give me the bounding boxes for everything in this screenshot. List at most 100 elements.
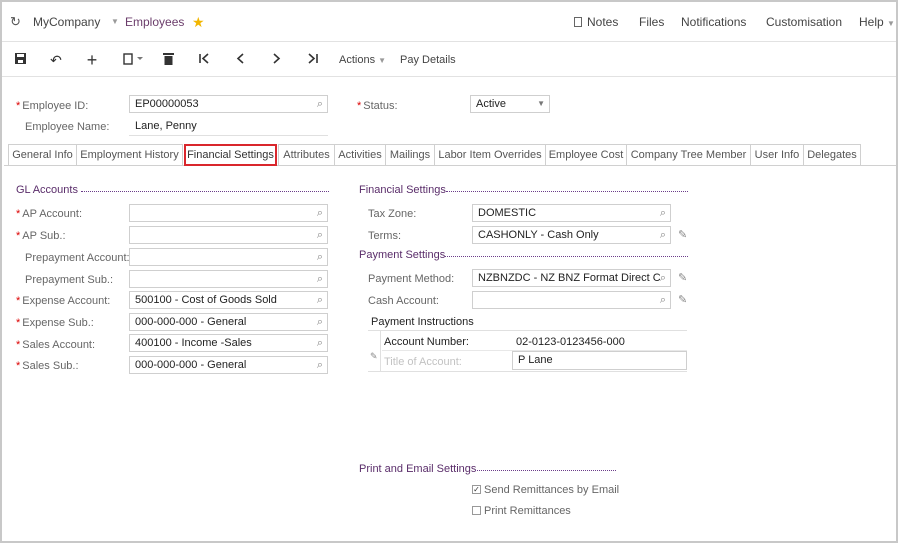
expense-account-input[interactable]: 500100 - Cost of Goods Sold ⌕ (129, 291, 328, 309)
customisation-link[interactable]: Customisation (766, 2, 842, 42)
edit-pencil-icon[interactable]: ✎ (678, 293, 687, 306)
search-icon[interactable]: ⌕ (660, 292, 666, 308)
files-link[interactable]: Files (639, 2, 664, 42)
payment-method-input[interactable]: NZBNZDC - NZ BNZ Format Direct Cr ⌕ (472, 269, 671, 287)
employee-name-value: Lane, Penny (135, 120, 197, 132)
prepayment-account-label: Prepayment Account: (25, 252, 130, 264)
copy-paste-icon[interactable] (120, 50, 146, 70)
print-email-settings-divider (475, 470, 616, 471)
send-remittances-email-label: Send Remittances by Email (484, 484, 620, 496)
chevron-down-icon: ▼ (537, 99, 545, 108)
tab-attributes[interactable]: Attributes (278, 144, 335, 166)
help-dropdown-icon: ▼ (887, 19, 895, 28)
last-record-icon[interactable] (304, 50, 320, 70)
payment-method-label: Payment Method: (368, 273, 455, 285)
search-icon[interactable]: ⌕ (317, 314, 323, 330)
notes-link[interactable]: Notes (574, 2, 618, 42)
financial-settings-header: Financial Settings (359, 184, 446, 196)
terms-input[interactable]: CASHONLY - Cash Only ⌕ (472, 226, 671, 244)
search-icon[interactable]: ⌕ (317, 249, 323, 265)
edit-pencil-icon[interactable]: ✎ (678, 271, 687, 284)
status-label: * Status: (357, 100, 398, 112)
title-of-account-input[interactable]: P Lane (512, 351, 687, 370)
company-dropdown-icon[interactable]: ▼ (111, 2, 119, 42)
ap-account-input[interactable]: ⌕ (129, 204, 328, 222)
ap-sub-label: * AP Sub.: (16, 230, 66, 242)
delete-icon[interactable] (160, 50, 176, 70)
payment-settings-header: Payment Settings (359, 249, 446, 261)
edit-pencil-icon[interactable]: ✎ (678, 228, 687, 241)
search-icon[interactable]: ⌕ (317, 271, 323, 287)
prepayment-sub-input[interactable]: ⌕ (129, 270, 328, 288)
search-icon[interactable]: ⌕ (659, 270, 666, 286)
cash-account-input[interactable]: ⌕ (472, 291, 671, 309)
actions-menu[interactable]: Actions ▼ (339, 50, 386, 70)
terms-label: Terms: (368, 230, 401, 242)
print-remittances-checkbox[interactable] (472, 506, 481, 515)
send-remittances-email-checkbox[interactable]: ✓ (472, 485, 481, 494)
sales-account-label: * Sales Account: (16, 339, 96, 351)
employee-name-label: Employee Name: (25, 121, 110, 133)
row-edit-pencil-icon[interactable]: ✎ (370, 351, 378, 362)
tab-activities[interactable]: Activities (334, 144, 386, 166)
tax-zone-input[interactable]: DOMESTIC ⌕ (472, 204, 671, 222)
previous-record-icon[interactable] (232, 50, 248, 70)
sales-sub-input[interactable]: 000-000-000 - General ⌕ (129, 356, 328, 374)
search-icon[interactable]: ⌕ (317, 335, 323, 351)
tab-general-info[interactable]: General Info (8, 144, 77, 166)
tab-mailings[interactable]: Mailings (385, 144, 435, 166)
tab-employee-cost[interactable]: Employee Cost (545, 144, 627, 166)
actions-dropdown-icon: ▼ (378, 56, 387, 65)
save-icon[interactable] (12, 50, 28, 70)
add-icon[interactable]: + (84, 50, 100, 70)
tab-labor-item-overrides[interactable]: Labor Item Overrides (434, 144, 546, 166)
search-icon[interactable]: ⌕ (317, 357, 323, 373)
print-email-settings-header: Print and Email Settings (359, 463, 477, 475)
help-link[interactable]: Help ▼ (859, 2, 895, 42)
expense-sub-input[interactable]: 000-000-000 - General ⌕ (129, 313, 328, 331)
tab-employment-history[interactable]: Employment History (76, 144, 183, 166)
search-icon[interactable]: ⌕ (660, 227, 666, 243)
account-number-label: Account Number: (384, 336, 469, 348)
search-icon[interactable]: ⌕ (317, 205, 323, 221)
search-icon[interactable]: ⌕ (660, 205, 666, 221)
gl-accounts-divider (81, 191, 329, 192)
top-bar: ↻ MyCompany ▼ Employees ★ Notes Files No… (2, 2, 896, 42)
undo-icon[interactable]: ↶ (48, 50, 64, 70)
account-number-value[interactable]: 02-0123-0123456-000 (516, 335, 625, 349)
window: ↻ MyCompany ▼ Employees ★ Notes Files No… (0, 0, 898, 543)
tab-financial-settings[interactable]: Financial Settings (184, 144, 277, 166)
tab-company-tree-member[interactable]: Company Tree Member (626, 144, 751, 166)
status-select[interactable]: Active ▼ (470, 95, 550, 113)
company-name[interactable]: MyCompany (33, 2, 100, 42)
first-record-icon[interactable] (196, 50, 212, 70)
payment-settings-divider (445, 256, 688, 257)
prepayment-account-input[interactable]: ⌕ (129, 248, 328, 266)
sales-account-input[interactable]: 400100 - Income -Sales ⌕ (129, 334, 328, 352)
employee-id-label: * Employee ID: (16, 100, 89, 112)
ap-sub-input[interactable]: ⌕ (129, 226, 328, 244)
search-icon[interactable]: ⌕ (317, 96, 323, 112)
search-icon[interactable]: ⌕ (317, 227, 323, 243)
prepayment-sub-label: Prepayment Sub.: (25, 274, 114, 286)
tab-delegates[interactable]: Delegates (803, 144, 861, 166)
pay-details-button[interactable]: Pay Details (400, 50, 456, 70)
employee-id-input[interactable]: EP00000053 ⌕ (129, 95, 328, 113)
search-icon[interactable]: ⌕ (317, 292, 323, 308)
print-remittances-label: Print Remittances (484, 505, 571, 517)
tax-zone-label: Tax Zone: (368, 208, 417, 220)
gl-accounts-header: GL Accounts (16, 184, 78, 196)
ap-account-label: * AP Account: (16, 208, 83, 220)
payment-instructions-title: Payment Instructions (371, 316, 474, 328)
next-record-icon[interactable] (268, 50, 284, 70)
screen-title[interactable]: Employees (125, 2, 184, 42)
tab-user-info[interactable]: User Info (750, 144, 804, 166)
expense-sub-label: * Expense Sub.: (16, 317, 94, 329)
financial-settings-divider (446, 191, 688, 192)
favorite-star-icon[interactable]: ★ (192, 2, 205, 42)
sales-sub-label: * Sales Sub.: (16, 360, 79, 372)
expense-account-label: * Expense Account: (16, 295, 111, 307)
refresh-icon[interactable]: ↻ (10, 2, 21, 42)
notifications-link[interactable]: Notifications (681, 2, 746, 42)
employee-name-underline (129, 135, 328, 136)
